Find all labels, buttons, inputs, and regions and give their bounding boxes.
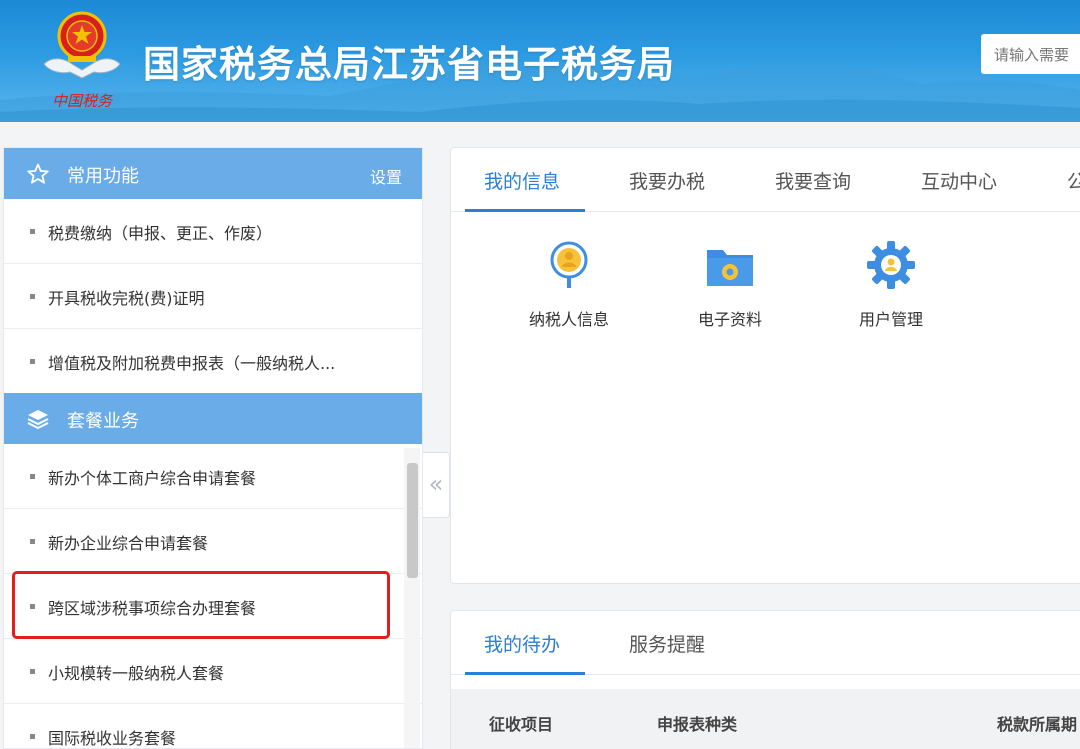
sidebar-scrollbar-thumb[interactable]: [407, 463, 418, 578]
sidebar-item-small-to-general[interactable]: 小规模转一般纳税人套餐: [4, 639, 422, 704]
site-header: 中国税务 国家税务总局江苏省电子税务局 请输入需要: [0, 0, 1080, 122]
common-functions-header: 常用功能 设置: [4, 148, 422, 199]
tab-query[interactable]: 我要查询: [775, 167, 851, 194]
sidebar-item-label: 新办个体工商户综合申请套餐: [48, 469, 257, 488]
common-functions-title: 常用功能: [67, 166, 139, 187]
bullet-icon: [30, 359, 35, 364]
column-header: 税款所属期: [997, 715, 1078, 734]
info-tabs: 我的信息 我要办税 我要查询 互动中心 公: [451, 148, 1080, 212]
tab-my-info[interactable]: 我的信息: [484, 167, 560, 194]
site-title: 国家税务总局江苏省电子税务局: [143, 43, 675, 86]
tab-service-reminder[interactable]: 服务提醒: [629, 630, 705, 657]
tab-announcements[interactable]: 公: [1067, 167, 1080, 194]
bullet-icon: [30, 539, 35, 544]
todo-table-header: 征收项目 申报表种类 税款所属期: [451, 689, 1080, 749]
sidebar-item-label: 小规模转一般纳税人套餐: [48, 664, 225, 683]
tile-label: 纳税人信息: [528, 310, 609, 329]
sidebar-item-international-tax[interactable]: 国际税收业务套餐: [4, 704, 422, 748]
tile-taxpayer-info[interactable]: 纳税人信息: [509, 240, 629, 330]
tab-tax-handling[interactable]: 我要办税: [629, 167, 705, 194]
sidebar-item-new-enterprise[interactable]: 新办企业综合申请套餐: [4, 509, 422, 574]
sidebar-item-label: 国际税收业务套餐: [48, 729, 177, 748]
todo-panel: 我的待办 服务提醒 征收项目 申报表种类 税款所属期: [450, 610, 1080, 749]
sidebar-item-vat-return[interactable]: 增值税及附加税费申报表（一般纳税人...: [4, 329, 422, 394]
tax-emblem-logo: 中国税务: [38, 6, 126, 116]
taxpayer-info-icon: [550, 241, 588, 288]
package-services-title: 套餐业务: [67, 411, 139, 432]
tile-label: 电子资料: [697, 310, 762, 329]
tile-label: 用户管理: [858, 310, 923, 329]
settings-link[interactable]: 设置: [370, 164, 402, 188]
active-tab-indicator: [465, 672, 585, 675]
folder-icon: [707, 250, 753, 286]
sidebar-item-new-individual-business[interactable]: 新办个体工商户综合申请套餐: [4, 444, 422, 509]
search-input[interactable]: 请输入需要: [981, 34, 1080, 74]
bullet-icon: [30, 294, 35, 299]
column-header: 征收项目: [489, 715, 554, 734]
bullet-icon: [30, 229, 35, 234]
package-services-header[interactable]: 套餐业务: [4, 393, 422, 444]
bullet-icon: [30, 734, 35, 739]
tile-electronic-documents[interactable]: 电子资料: [670, 240, 790, 330]
sidebar-item-tax-payment[interactable]: 税费缴纳（申报、更正、作废）: [4, 199, 422, 264]
active-tab-indicator: [465, 209, 585, 212]
tab-interaction-center[interactable]: 互动中心: [921, 167, 997, 194]
sidebar-item-tax-certificate[interactable]: 开具税收完税(费)证明: [4, 264, 422, 329]
collapse-sidebar-button[interactable]: «: [423, 452, 450, 518]
sidebar-item-label: 开具税收完税(费)证明: [48, 289, 205, 308]
svg-text:中国税务: 中国税务: [52, 92, 114, 110]
gear-icon: [867, 241, 915, 289]
bullet-icon: [30, 669, 35, 674]
sidebar-item-label: 税费缴纳（申报、更正、作废）: [48, 224, 273, 243]
highlight-annotation: [12, 571, 390, 639]
sidebar-item-label: 新办企业综合申请套餐: [48, 534, 209, 553]
tab-my-todo[interactable]: 我的待办: [484, 630, 560, 657]
sidebar-item-label: 增值税及附加税费申报表（一般纳税人...: [48, 354, 336, 373]
left-sidebar: 常用功能 设置 税费缴纳（申报、更正、作废） 开具税收完税(费)证明 增值税及附…: [3, 147, 423, 749]
tile-user-management[interactable]: 用户管理: [831, 240, 951, 330]
info-panel: 我的信息 我要办税 我要查询 互动中心 公 纳税人信息 电子资料: [450, 147, 1080, 584]
todo-tabs: 我的待办 服务提醒: [451, 611, 1080, 675]
column-header: 申报表种类: [657, 715, 738, 734]
layers-icon: [27, 410, 49, 430]
star-icon: [27, 163, 49, 184]
bullet-icon: [30, 474, 35, 479]
